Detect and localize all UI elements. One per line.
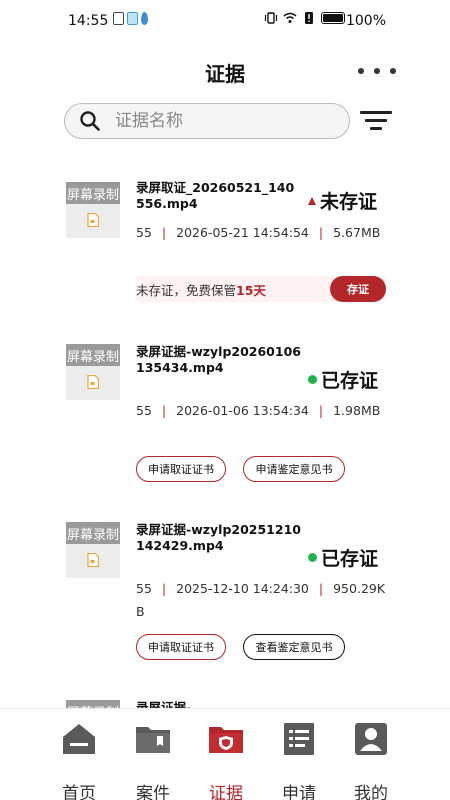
meta-datetime: 2025-12-10 14:24:30: [176, 581, 309, 596]
wifi-icon: [283, 12, 297, 23]
status-text: 已存证: [321, 548, 379, 570]
file-meta: 55 | 2026-05-21 14:54:54 | 5.67MB: [136, 225, 381, 240]
app-notification-icon: [113, 12, 124, 25]
video-thumbnail[interactable]: 屏幕录制: [66, 182, 120, 238]
status-text: 已存证: [321, 370, 379, 392]
file-meta: 55 | 2026-01-06 13:54:34 | 1.98MB: [136, 403, 381, 418]
apply-certificate-button[interactable]: 申请取证证书: [136, 634, 226, 660]
status-badge: 已存证: [308, 544, 378, 571]
notice-text: 未存证，免费保管: [136, 282, 237, 298]
video-thumbnail[interactable]: 屏幕录制: [66, 344, 120, 400]
folder-icon: [136, 727, 170, 753]
evidence-folder-icon: [209, 727, 243, 753]
tab-label: 案件: [136, 784, 170, 800]
notification-icons: [113, 12, 148, 25]
user-icon: [355, 723, 387, 755]
video-file-icon: [87, 553, 99, 567]
uncertified-triangle-icon: [308, 196, 316, 205]
thumbnail-label: 屏幕录制: [66, 182, 120, 204]
tab-mine[interactable]: 我的: [341, 719, 401, 800]
tab-cases[interactable]: 案件: [123, 719, 183, 800]
file-name: 录屏取证_20260521_140556.mp4: [136, 180, 295, 211]
tab-home[interactable]: 首页: [49, 719, 109, 800]
apply-appraisal-button[interactable]: 申请鉴定意见书: [243, 456, 345, 482]
certified-dot-icon: [308, 553, 317, 562]
battery-icon: [321, 12, 345, 24]
meta-count: 55: [136, 225, 152, 240]
tab-label: 我的: [354, 784, 388, 800]
tab-label: 首页: [62, 784, 96, 800]
form-icon: [284, 723, 314, 755]
evidence-card[interactable]: 屏幕录制 录屏取证_20260521_140556.mp4 未存证 55 | 202…: [66, 180, 396, 304]
filter-line-icon: [360, 111, 392, 114]
tab-apply[interactable]: 申请: [269, 719, 329, 800]
view-appraisal-button[interactable]: 查看鉴定意见书: [243, 634, 345, 660]
status-badge: 已存证: [308, 366, 378, 393]
certify-button[interactable]: 存证: [330, 276, 386, 302]
tab-label: 证据: [209, 784, 243, 800]
notice-days: 15天: [236, 282, 266, 298]
bottom-tab-bar: 首页 案件 证据 申请 我的: [0, 708, 450, 800]
thumbnail-label: 屏幕录制: [66, 522, 120, 544]
status-bar: 14:55 100%: [0, 0, 450, 40]
filter-line-icon: [370, 127, 382, 130]
file-name: 录屏证据-wzylp20260106135434.mp4: [136, 344, 301, 375]
meta-size: 1.98MB: [333, 403, 381, 418]
certified-dot-icon: [308, 375, 317, 384]
search-box[interactable]: [64, 103, 350, 139]
battery-percentage: 100%: [345, 13, 386, 29]
home-icon: [63, 724, 95, 754]
search-icon: [80, 111, 100, 131]
header: 证据: [0, 54, 450, 90]
tab-label: 申请: [282, 784, 316, 800]
thumbnail-label: 屏幕录制: [66, 344, 120, 366]
search-input[interactable]: [115, 111, 315, 131]
app-notification-icon: [141, 12, 148, 25]
filter-line-icon: [365, 119, 387, 122]
status-text: 未存证: [320, 191, 378, 213]
evidence-card[interactable]: 屏幕录制 录屏证据-wzylp20251210142429.mp4 已存证 55…: [66, 522, 396, 662]
app-notification-icon: [127, 12, 138, 25]
video-thumbnail[interactable]: 屏幕录制: [66, 522, 120, 578]
more-dot-icon: [358, 68, 364, 74]
meta-count: 55: [136, 403, 152, 418]
filter-button[interactable]: [360, 108, 392, 134]
file-meta: 55 | 2025-12-10 14:24:30 | 950.29KB: [136, 581, 386, 619]
video-file-icon: [87, 213, 99, 227]
status-time: 14:55: [68, 13, 109, 29]
apply-certificate-button[interactable]: 申请取证证书: [136, 456, 226, 482]
meta-datetime: 2026-01-06 13:54:34: [176, 403, 309, 418]
video-file-icon: [87, 375, 99, 389]
status-badge: 未存证: [308, 187, 377, 214]
vibrate-icon: [264, 12, 278, 24]
file-name: 录屏证据-wzylp20251210142429.mp4: [136, 522, 301, 553]
meta-datetime: 2026-05-21 14:54:54: [176, 225, 309, 240]
meta-count: 55: [136, 581, 152, 596]
meta-size: 5.67MB: [333, 225, 381, 240]
tab-evidence[interactable]: 证据: [196, 719, 256, 800]
more-dot-icon: [390, 68, 396, 74]
alert-icon: [305, 12, 313, 24]
more-dot-icon: [374, 68, 380, 74]
more-button[interactable]: [358, 66, 396, 76]
evidence-card[interactable]: 屏幕录制 录屏证据-wzylp20260106135434.mp4 已存证 55…: [66, 344, 396, 484]
